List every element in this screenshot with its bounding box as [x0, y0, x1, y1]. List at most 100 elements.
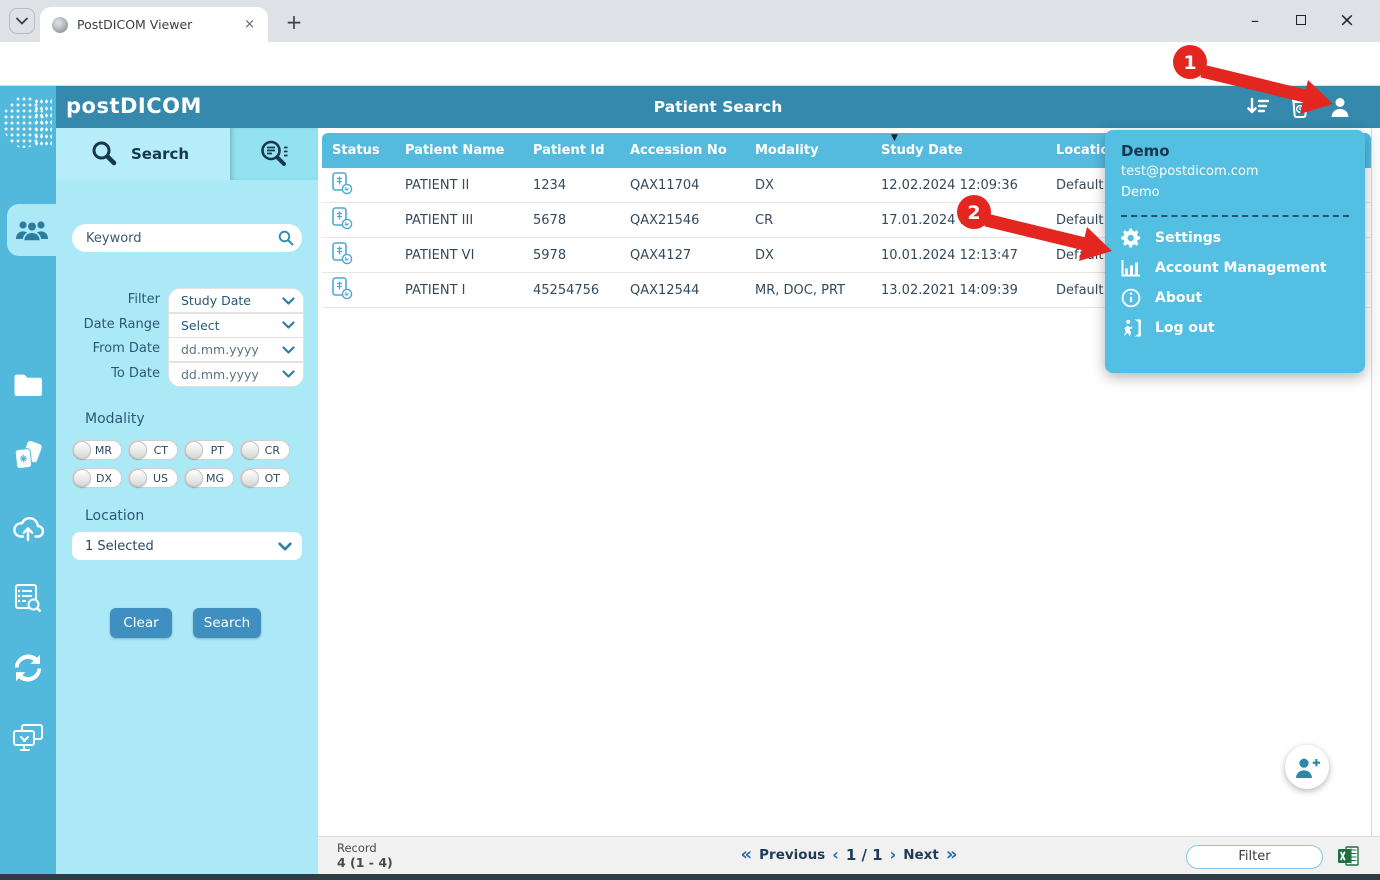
sidebar-item-folders[interactable] — [0, 362, 56, 406]
sort-direction-icon: ▼ — [891, 133, 898, 143]
status-report-icon[interactable] — [322, 241, 395, 269]
cell-modality: MR, DOC, PRT — [745, 283, 871, 298]
user-icon — [1329, 96, 1351, 118]
cell-patient-name: PATIENT II — [395, 178, 523, 193]
modality-toggle-ot[interactable]: OT — [240, 468, 290, 488]
sort-desc-icon — [1246, 97, 1270, 117]
keyword-input[interactable] — [72, 224, 302, 252]
sidebar-item-sync[interactable] — [0, 646, 56, 690]
app-header: postDICOM Patient Search — [56, 86, 1380, 128]
sidebar-item-studies[interactable] — [0, 434, 56, 478]
add-person-icon — [1294, 756, 1320, 779]
deleted-items-button[interactable] — [1286, 94, 1314, 120]
menu-separator — [1121, 215, 1349, 217]
export-excel-button[interactable] — [1337, 845, 1359, 867]
column-header-patient-id[interactable]: Patient Id — [523, 133, 620, 168]
browser-tab-active[interactable]: PostDICOM Viewer × — [40, 7, 268, 42]
folder-icon — [13, 373, 43, 396]
search-button[interactable]: Search — [193, 608, 261, 638]
location-select[interactable]: 1 Selected — [72, 532, 302, 560]
record-count: Record 4 (1 - 4) — [337, 841, 393, 870]
cell-study-date: 17.01.2024 1 — [871, 213, 1046, 228]
chevron-down-icon — [282, 370, 295, 378]
window-maximize-button[interactable] — [1278, 6, 1324, 34]
cell-study-date: 10.01.2024 12:13:47 — [871, 248, 1046, 263]
patients-icon — [15, 217, 49, 243]
add-patient-fab[interactable] — [1285, 745, 1329, 789]
user-email: test@postdicom.com — [1121, 164, 1349, 185]
window-minimize-button[interactable]: – — [1232, 6, 1278, 34]
new-tab-button[interactable]: + — [281, 9, 307, 35]
from-date-select[interactable]: dd.mm.yyyy — [168, 337, 304, 362]
menu-item-logout[interactable]: Log out — [1121, 313, 1349, 343]
modality-toggle-cr[interactable]: CR — [240, 440, 290, 460]
modality-toggle-mg[interactable]: MG — [184, 468, 234, 488]
browser-tab-strip: PostDICOM Viewer × + – × — [0, 0, 1380, 42]
table-filter-input[interactable]: Filter — [1186, 845, 1323, 869]
status-report-icon[interactable] — [322, 171, 395, 199]
info-icon — [1121, 288, 1141, 308]
status-report-icon[interactable] — [322, 206, 395, 234]
sidebar-item-patient-search[interactable] — [7, 204, 56, 256]
modality-toggle-mr[interactable]: MR — [72, 440, 122, 460]
tab-advanced-search[interactable] — [230, 128, 318, 180]
next-page-button[interactable]: Next — [903, 847, 939, 863]
column-header-patient-name[interactable]: Patient Name — [395, 133, 523, 168]
tab-close-icon[interactable]: × — [241, 17, 258, 32]
column-header-modality[interactable]: Modality — [745, 133, 871, 168]
menu-item-settings[interactable]: Settings — [1121, 223, 1349, 253]
chevron-down-icon — [16, 17, 28, 25]
table-scrollbar[interactable] — [1371, 128, 1380, 836]
sync-icon — [13, 654, 43, 682]
cell-accession-no: QAX4127 — [620, 248, 745, 263]
tab-search-button[interactable] — [9, 8, 35, 34]
pagination: « Previous ‹ 1 / 1 › Next » — [741, 844, 958, 866]
sidebar-item-sharing[interactable] — [0, 716, 56, 760]
prev-page-icon[interactable]: ‹ — [832, 844, 839, 866]
previous-page-button[interactable]: Previous — [759, 847, 825, 863]
last-page-icon[interactable]: » — [946, 844, 958, 866]
browser-window: PostDICOM Viewer × + – × ← → unitedstate… — [0, 0, 1380, 880]
sort-button[interactable] — [1244, 94, 1272, 120]
chart-icon — [1121, 259, 1141, 277]
toggle-knob — [73, 469, 91, 487]
favicon — [52, 17, 68, 33]
chevron-down-icon — [278, 542, 292, 551]
user-menu-button[interactable] — [1326, 94, 1354, 120]
first-page-icon[interactable]: « — [741, 844, 753, 866]
window-close-button[interactable]: × — [1324, 6, 1370, 34]
modality-toggle-pt[interactable]: PT — [184, 440, 234, 460]
user-menu: Demo test@postdicom.com Demo Settings Ac… — [1105, 130, 1365, 373]
logout-icon — [1121, 318, 1141, 338]
sidebar-item-upload[interactable] — [0, 506, 56, 550]
cell-modality: CR — [745, 213, 871, 228]
cell-modality: DX — [745, 248, 871, 263]
column-header-accession-no[interactable]: Accession No — [620, 133, 745, 168]
keyword-search-icon — [278, 230, 294, 250]
column-header-status[interactable]: Status — [322, 133, 395, 168]
menu-item-account-management[interactable]: Account Management — [1121, 253, 1349, 283]
search-panel: Search Filter Study Date Date Range Sele… — [56, 128, 318, 874]
modality-toggle-ct[interactable]: CT — [128, 440, 178, 460]
toggle-knob — [129, 469, 147, 487]
date-range-select[interactable]: Select — [168, 313, 304, 338]
modality-toggle-us[interactable]: US — [128, 468, 178, 488]
clear-button[interactable]: Clear — [110, 608, 172, 638]
tab-basic-search[interactable]: Search — [56, 128, 230, 180]
sidebar-item-order-search[interactable] — [0, 576, 56, 620]
cell-patient-name: PATIENT I — [395, 283, 523, 298]
to-date-select[interactable]: dd.mm.yyyy — [168, 362, 304, 387]
cell-accession-no: QAX21546 — [620, 213, 745, 228]
to-date-label: To Date — [56, 362, 160, 387]
chevron-down-icon — [282, 297, 295, 305]
filter-select[interactable]: Study Date — [168, 288, 304, 313]
date-range-label: Date Range — [56, 313, 160, 338]
menu-item-about[interactable]: About — [1121, 283, 1349, 313]
tab-title: PostDICOM Viewer — [77, 17, 241, 32]
cell-study-date: 12.02.2024 12:09:36 — [871, 178, 1046, 193]
next-page-icon[interactable]: › — [890, 844, 897, 866]
filter-label: Filter — [56, 288, 160, 313]
modality-toggle-dx[interactable]: DX — [72, 468, 122, 488]
status-report-icon[interactable] — [322, 276, 395, 304]
from-date-label: From Date — [56, 337, 160, 362]
